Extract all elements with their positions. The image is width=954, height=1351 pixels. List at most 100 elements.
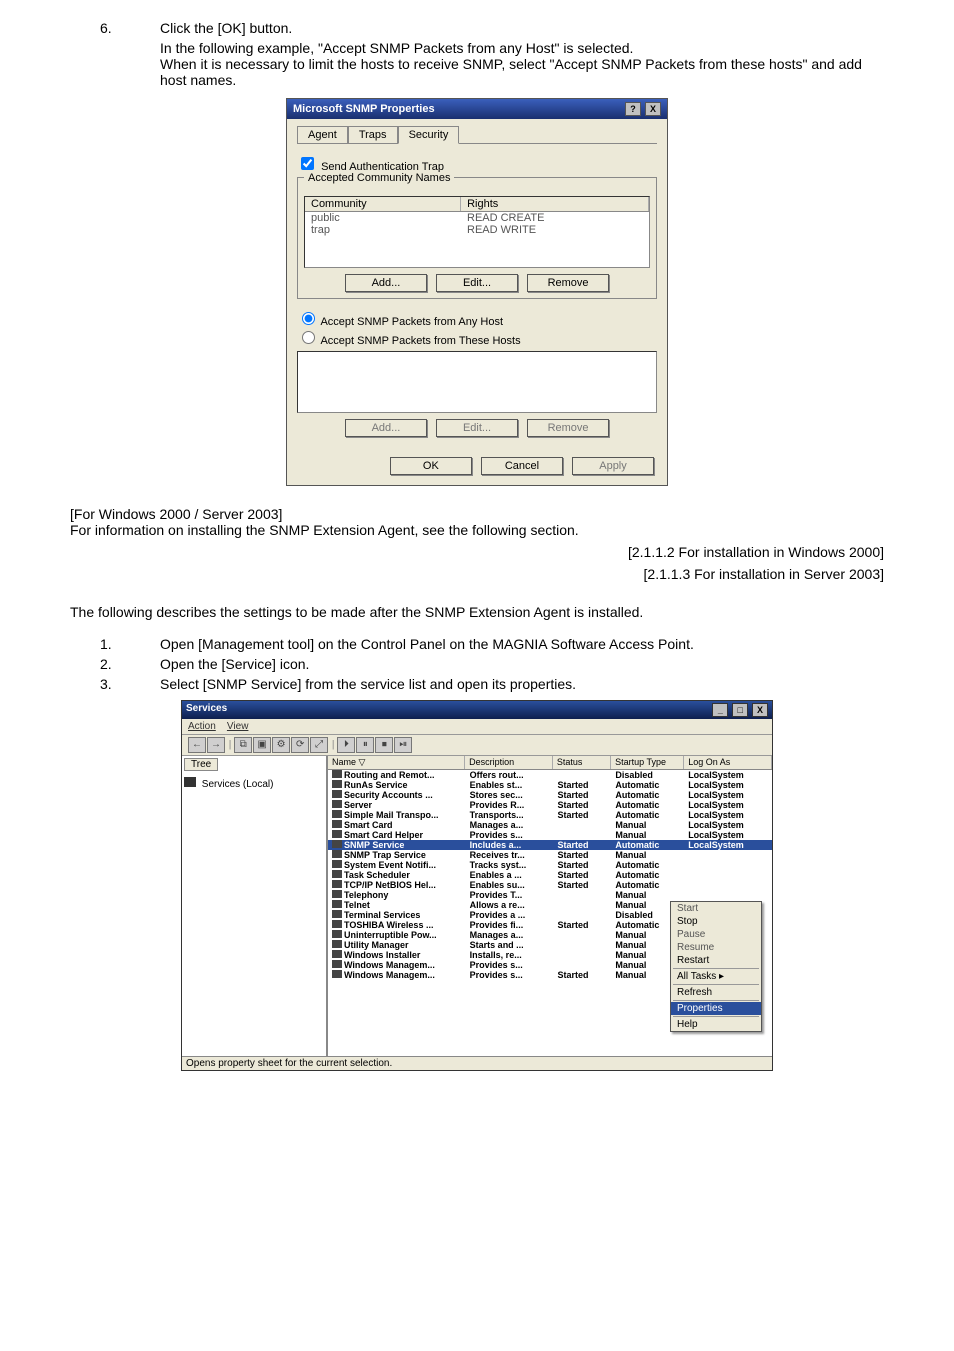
status-bar: Opens property sheet for the current sel… — [182, 1056, 772, 1070]
tree-tab[interactable]: Tree — [184, 758, 218, 771]
services-icon — [184, 777, 196, 787]
service-row[interactable]: RunAs ServiceEnables st...StartedAutomat… — [328, 780, 772, 790]
add-host-button[interactable]: Add... — [345, 419, 427, 437]
toolbar-icon[interactable]: ▣ — [253, 737, 271, 753]
menu-view[interactable]: View — [227, 721, 249, 732]
service-row[interactable]: Routing and Remot...Offers rout...Disabl… — [328, 770, 772, 780]
remove-host-button[interactable]: Remove — [527, 419, 609, 437]
col-community[interactable]: Community — [305, 197, 461, 211]
col-description[interactable]: Description — [465, 756, 553, 769]
tree-item-services-local[interactable]: Services (Local) — [184, 777, 324, 790]
toolbar: ←→ | ⧉▣⚙⟳⤢ | ⏵⏸⏹⏯ — [182, 734, 772, 756]
step-number: 6. — [70, 20, 160, 36]
gear-icon — [332, 800, 342, 808]
toolbar-icon[interactable]: ⏯ — [394, 737, 412, 753]
context-menu: Start Stop Pause Resume Restart All Task… — [670, 901, 762, 1032]
ctx-start[interactable]: Start — [671, 902, 761, 915]
gear-icon — [332, 870, 342, 878]
community-list[interactable]: Community Rights public READ CREATE trap… — [304, 196, 650, 268]
service-row[interactable]: Smart Card HelperProvides s...ManualLoca… — [328, 830, 772, 840]
col-status[interactable]: Status — [553, 756, 611, 769]
help-icon[interactable]: ? — [625, 102, 641, 116]
toolbar-icon[interactable]: → — [207, 737, 225, 753]
edit-host-button[interactable]: Edit... — [436, 419, 518, 437]
gear-icon — [332, 890, 342, 898]
ctx-stop[interactable]: Stop — [671, 915, 761, 928]
gear-icon — [332, 820, 342, 828]
gear-icon — [332, 810, 342, 818]
tab-traps[interactable]: Traps — [348, 126, 398, 143]
service-row[interactable]: SNMP ServiceIncludes a...StartedAutomati… — [328, 840, 772, 850]
close-icon[interactable]: X — [752, 703, 768, 717]
service-row[interactable]: ServerProvides R...StartedAutomaticLocal… — [328, 800, 772, 810]
gear-icon — [332, 930, 342, 938]
paragraph: The following describes the settings to … — [70, 604, 884, 620]
menu-action[interactable]: Action — [188, 721, 216, 732]
close-icon[interactable]: X — [645, 102, 661, 116]
ctx-pause[interactable]: Pause — [671, 928, 761, 941]
step-line: Click the [OK] button. — [160, 20, 884, 36]
radio-label: Accept SNMP Packets from These Hosts — [320, 335, 520, 347]
remove-button[interactable]: Remove — [527, 274, 609, 292]
gear-icon — [332, 970, 342, 978]
gear-icon — [332, 880, 342, 888]
toolbar-icon[interactable]: ⤢ — [310, 737, 328, 753]
col-startup[interactable]: Startup Type — [611, 756, 684, 769]
toolbar-icon[interactable]: ⚙ — [272, 737, 290, 753]
gear-icon — [332, 940, 342, 948]
step-line: Select [SNMP Service] from the service l… — [160, 676, 884, 692]
minimize-icon[interactable]: _ — [712, 703, 728, 717]
toolbar-icon[interactable]: ⏸ — [356, 737, 374, 753]
col-rights[interactable]: Rights — [461, 197, 649, 211]
step-number: 1. — [70, 636, 160, 652]
service-row[interactable]: TelephonyProvides T...Manual — [328, 890, 772, 900]
window-title: Services — [186, 703, 227, 717]
cancel-button[interactable]: Cancel — [481, 457, 563, 475]
services-window: Services _ □ X Action View ←→ | ⧉▣⚙⟳⤢ | … — [181, 700, 773, 1071]
service-row[interactable]: System Event Notifi...Tracks syst...Star… — [328, 860, 772, 870]
toolbar-icon[interactable]: ← — [188, 737, 206, 753]
tab-security[interactable]: Security — [398, 126, 460, 144]
gear-icon — [332, 910, 342, 918]
service-row[interactable]: TCP/IP NetBIOS Hel...Enables su...Starte… — [328, 880, 772, 890]
cell-community: trap — [305, 224, 461, 236]
col-logon[interactable]: Log On As — [684, 756, 772, 769]
cell-rights: READ CREATE — [461, 212, 649, 224]
step-number: 3. — [70, 676, 160, 692]
service-row[interactable]: Simple Mail Transpo...Transports...Start… — [328, 810, 772, 820]
edit-button[interactable]: Edit... — [436, 274, 518, 292]
tab-agent[interactable]: Agent — [297, 126, 348, 143]
toolbar-icon[interactable]: ⟳ — [291, 737, 309, 753]
accept-any-host-radio[interactable]: Accept SNMP Packets from Any Host — [297, 316, 503, 328]
ok-button[interactable]: OK — [390, 457, 472, 475]
ctx-resume[interactable]: Resume — [671, 941, 761, 954]
ctx-properties[interactable]: Properties — [671, 1002, 761, 1015]
col-name[interactable]: Name ▽ — [328, 756, 465, 769]
gear-icon — [332, 780, 342, 788]
snmp-properties-dialog: Microsoft SNMP Properties ? X Agent Trap… — [286, 98, 668, 486]
add-button[interactable]: Add... — [345, 274, 427, 292]
maximize-icon[interactable]: □ — [732, 703, 748, 717]
service-row[interactable]: Task SchedulerEnables a ...StartedAutoma… — [328, 870, 772, 880]
ctx-help[interactable]: Help — [671, 1018, 761, 1031]
service-row[interactable]: SNMP Trap ServiceReceives tr...StartedMa… — [328, 850, 772, 860]
step-line: In the following example, "Accept SNMP P… — [160, 40, 884, 56]
step-line: Open [Management tool] on the Control Pa… — [160, 636, 884, 652]
step-line: Open the [Service] icon. — [160, 656, 884, 672]
toolbar-icon[interactable]: ⏵ — [337, 737, 355, 753]
service-row[interactable]: Smart CardManages a...ManualLocalSystem — [328, 820, 772, 830]
accept-these-hosts-radio[interactable]: Accept SNMP Packets from These Hosts — [297, 335, 521, 347]
gear-icon — [332, 840, 342, 848]
toolbar-icon[interactable]: ⧉ — [234, 737, 252, 753]
ctx-refresh[interactable]: Refresh — [671, 986, 761, 999]
paragraph: For information on installing the SNMP E… — [70, 522, 884, 538]
service-row[interactable]: Security Accounts ...Stores sec...Starte… — [328, 790, 772, 800]
ctx-all-tasks[interactable]: All Tasks ▸ — [671, 970, 761, 983]
service-list[interactable]: Name ▽ Description Status Startup Type L… — [328, 756, 772, 1056]
toolbar-icon[interactable]: ⏹ — [375, 737, 393, 753]
gear-icon — [332, 920, 342, 928]
apply-button[interactable]: Apply — [572, 457, 654, 475]
hosts-list[interactable] — [297, 351, 657, 413]
ctx-restart[interactable]: Restart — [671, 954, 761, 967]
reference-link: [2.1.1.3 For installation in Server 2003… — [70, 566, 884, 582]
